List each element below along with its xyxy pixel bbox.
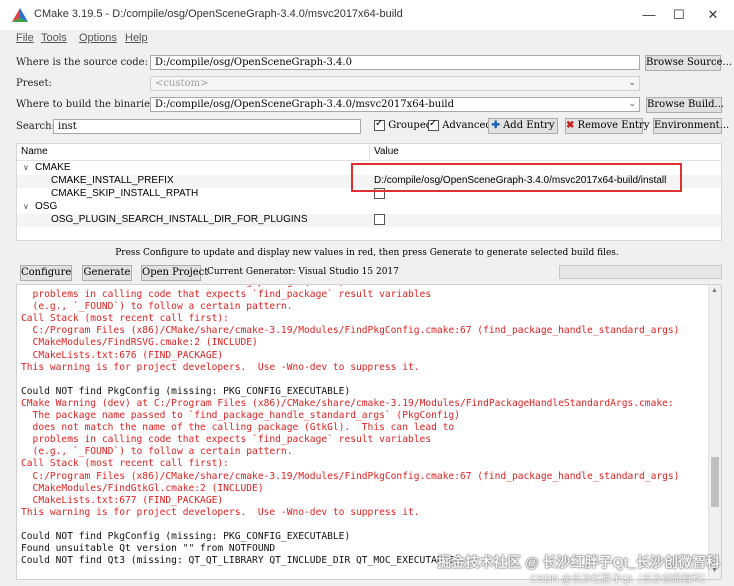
- remove-icon: ✖: [566, 120, 575, 131]
- log-line: problems in calling code that expects `f…: [21, 434, 432, 446]
- log-line: This warning is for project developers. …: [21, 506, 420, 518]
- scroll-up-icon[interactable]: ▲: [711, 287, 718, 294]
- column-value-header[interactable]: Value: [374, 146, 399, 157]
- binaries-label: Where to build the binaries:: [16, 99, 159, 110]
- search-value: inst: [58, 121, 77, 132]
- menu-tools[interactable]: Tools: [41, 32, 67, 44]
- advanced-checkbox[interactable]: Advanced: [428, 118, 492, 131]
- cmake-logo-icon: [12, 8, 28, 22]
- binaries-select[interactable]: D:/compile/osg/OpenSceneGraph-3.4.0/msvc…: [150, 97, 640, 112]
- search-label: Search:: [16, 121, 55, 132]
- checkbox-checked-icon: [428, 118, 439, 131]
- menu-help[interactable]: Help: [125, 32, 148, 44]
- column-divider: [369, 144, 370, 160]
- add-entry-button[interactable]: ✚ Add Entry: [488, 118, 558, 134]
- entry-name: CMAKE_SKIP_INSTALL_RPATH: [51, 188, 199, 199]
- chevron-down-icon[interactable]: ∨: [23, 202, 29, 211]
- minimize-button[interactable]: —: [634, 4, 664, 26]
- entry-name: CMAKE_INSTALL_PREFIX: [51, 175, 174, 186]
- configure-button[interactable]: Configure: [20, 265, 72, 281]
- source-value: D:/compile/osg/OpenSceneGraph-3.4.0: [155, 57, 352, 68]
- entry-checkbox[interactable]: [374, 214, 385, 225]
- entry-name: OSG_PLUGIN_SEARCH_INSTALL_DIR_FOR_PLUGIN…: [51, 214, 308, 225]
- add-entry-label: Add Entry: [503, 120, 555, 131]
- log-line: Call Stack (most recent call first):: [21, 313, 229, 325]
- preset-select[interactable]: <custom> ⌄: [150, 76, 640, 91]
- maximize-button[interactable]: ☐: [664, 4, 694, 26]
- group-label: CMAKE: [35, 162, 71, 173]
- watermark-csdn: CSDN @长沙红胖子Qt（长沙创微智科）: [530, 574, 712, 585]
- chevron-down-icon[interactable]: ∨: [23, 163, 29, 172]
- log-line: CMake Warning (dev) at C:/Program Files …: [21, 397, 674, 409]
- grouped-checkbox[interactable]: Grouped: [374, 118, 433, 131]
- log-lines: does not match the name of the calling p…: [21, 285, 711, 567]
- status-text: Press Configure to update and display ne…: [115, 248, 619, 258]
- binaries-value: D:/compile/osg/OpenSceneGraph-3.4.0/msvc…: [155, 99, 455, 110]
- vertical-scrollbar[interactable]: ▲ ▼: [708, 285, 721, 579]
- source-input[interactable]: D:/compile/osg/OpenSceneGraph-3.4.0: [150, 55, 640, 70]
- environment-button[interactable]: Environment...: [653, 118, 729, 134]
- plus-icon: ✚: [491, 120, 500, 131]
- progress-bar: [559, 265, 722, 279]
- remove-entry-label: Remove Entry: [577, 120, 650, 131]
- log-line: Could NOT find PkgConfig (missing: PKG_C…: [21, 530, 351, 542]
- log-line: The package name passed to `find_package…: [21, 410, 460, 422]
- table-header: Name Value: [17, 144, 721, 161]
- remove-entry-button[interactable]: ✖ Remove Entry: [565, 118, 649, 134]
- output-log[interactable]: does not match the name of the calling p…: [16, 284, 722, 580]
- preset-value: <custom>: [155, 78, 209, 89]
- open-project-button[interactable]: Open Project: [141, 265, 208, 281]
- grouped-label: Grouped: [388, 120, 433, 131]
- log-line: problems in calling code that expects `f…: [21, 289, 432, 301]
- log-line: does not match the name of the calling p…: [21, 422, 455, 434]
- log-line: CMakeModules/FindGtkGl.cmake:2 (INCLUDE): [21, 482, 264, 494]
- search-input[interactable]: inst: [53, 119, 361, 134]
- checkbox-checked-icon: [374, 118, 385, 131]
- log-line: CMakeLists.txt:677 (FIND_PACKAGE): [21, 494, 224, 506]
- browse-source-button[interactable]: Browse Source...: [645, 55, 732, 71]
- column-name-header[interactable]: Name: [21, 146, 48, 157]
- close-button[interactable]: ✕: [698, 4, 728, 26]
- watermark: 掘金技术社区 @ 长沙红胖子Qt_长沙创微智科: [437, 554, 720, 570]
- window-title: CMake 3.19.5 - D:/compile/osg/OpenSceneG…: [34, 8, 403, 20]
- log-line: CMakeModules/FindRSVG.cmake:2 (INCLUDE): [21, 337, 258, 349]
- group-row-osg[interactable]: ∨ OSG: [17, 201, 721, 214]
- browse-build-button[interactable]: Browse Build...: [646, 97, 724, 113]
- title-bar: CMake 3.19.5 - D:/compile/osg/OpenSceneG…: [0, 0, 734, 30]
- log-line: C:/Program Files (x86)/CMake/share/cmake…: [21, 470, 680, 482]
- menu-options[interactable]: Options: [79, 32, 117, 44]
- generate-button[interactable]: Generate: [82, 265, 132, 281]
- preset-label: Preset:: [16, 78, 52, 89]
- log-line: (e.g., `_FOUND`) to follow a certain pat…: [21, 301, 293, 313]
- log-line: Call Stack (most recent call first):: [21, 458, 229, 470]
- log-line: This warning is for project developers. …: [21, 361, 420, 373]
- menu-file[interactable]: File: [16, 32, 34, 44]
- source-label: Where is the source code:: [16, 57, 148, 68]
- menu-bar: File Tools Options Help: [0, 30, 734, 48]
- scroll-thumb[interactable]: [711, 457, 719, 507]
- log-line: Could NOT find PkgConfig (missing: PKG_C…: [21, 385, 351, 397]
- table-row[interactable]: OSG_PLUGIN_SEARCH_INSTALL_DIR_FOR_PLUGIN…: [17, 214, 721, 227]
- log-line: CMakeLists.txt:676 (FIND_PACKAGE): [21, 349, 224, 361]
- cache-table[interactable]: Name Value ∨ CMAKE CMAKE_INSTALL_PREFIX …: [16, 143, 722, 241]
- chevron-down-icon: ⌄: [628, 99, 636, 109]
- group-label: OSG: [35, 201, 58, 212]
- checkbox-unchecked-icon: [374, 214, 385, 225]
- chevron-down-icon: ⌄: [628, 78, 636, 88]
- advanced-label: Advanced: [442, 120, 492, 131]
- log-line: C:/Program Files (x86)/CMake/share/cmake…: [21, 325, 680, 337]
- current-generator-label: Current Generator: Visual Studio 15 2017: [207, 267, 399, 277]
- highlight-annotation: [351, 163, 682, 192]
- log-line: (e.g., `_FOUND`) to follow a certain pat…: [21, 446, 293, 458]
